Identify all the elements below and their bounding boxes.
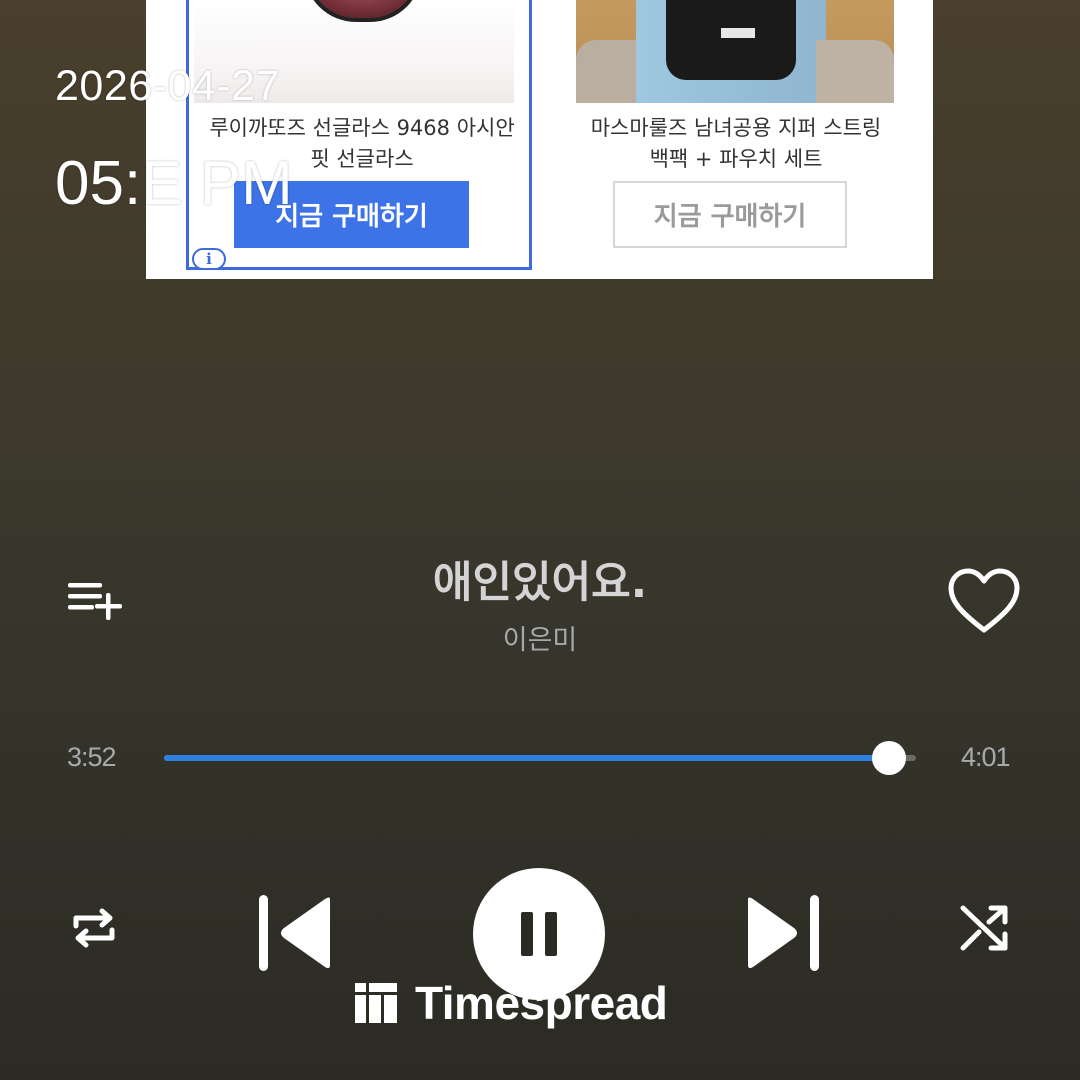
shuffle-icon: [960, 905, 1008, 951]
progress-handle[interactable]: [871, 741, 906, 775]
previous-button[interactable]: [256, 893, 336, 973]
product-title[interactable]: 마스마룰즈 남녀공용 지퍼 스트링 백팩 + 파우치 세트: [556, 113, 916, 175]
repeat-icon: [73, 908, 115, 948]
sunglasses-image: [304, 0, 422, 22]
timespread-logo-icon: [355, 983, 397, 1023]
elapsed-time: 3:52: [67, 742, 117, 772]
backpack-image: [666, 0, 796, 80]
heart-icon: [948, 568, 1020, 633]
ad-product-card-backpack[interactable]: 마스마룰즈 남녀공용 지퍼 스트링 백팩 + 파우치 세트 지금 구매하기: [556, 0, 916, 270]
next-button[interactable]: [742, 893, 822, 973]
song-title: 애인있어요.: [432, 558, 648, 608]
shuffle-button[interactable]: [957, 900, 1013, 956]
progress-bar[interactable]: [164, 741, 916, 775]
ad-product-card-sunglasses[interactable]: 루이까또즈 선글라스 9468 아시안 핏 선글라스 지금 구매하기 i: [186, 0, 532, 270]
product-title-line: 루이까또즈 선글라스 9468 아시안: [209, 116, 515, 140]
overlay-date: 2026-04-27: [55, 62, 280, 110]
product-title-line: 백팩 + 파우치 세트: [649, 147, 823, 171]
skip-previous-icon: [259, 895, 330, 971]
watermark-text: Timespread: [415, 977, 668, 1029]
product-title-line: 마스마룰즈 남녀공용 지퍼 스트링: [590, 116, 882, 140]
pause-icon: [521, 912, 557, 956]
song-artist[interactable]: 이은미: [0, 618, 1080, 657]
ad-banner[interactable]: 루이까또즈 선글라스 9468 아시안 핏 선글라스 지금 구매하기 i 마스마…: [146, 0, 933, 279]
product-image-backpack[interactable]: [576, 0, 894, 103]
repeat-button[interactable]: [66, 900, 122, 956]
watermark: Timespread: [355, 975, 668, 1031]
total-time: 4:01: [961, 742, 1011, 772]
progress-fill: [164, 755, 889, 761]
backpack-label: [721, 28, 755, 38]
like-button[interactable]: [946, 566, 1022, 636]
overlay-time: 05:E PM: [55, 149, 293, 218]
model-image-part: [816, 40, 894, 103]
buy-now-button[interactable]: 지금 구매하기: [613, 181, 847, 248]
skip-next-icon: [748, 895, 819, 971]
ad-info-icon[interactable]: i: [192, 248, 226, 270]
